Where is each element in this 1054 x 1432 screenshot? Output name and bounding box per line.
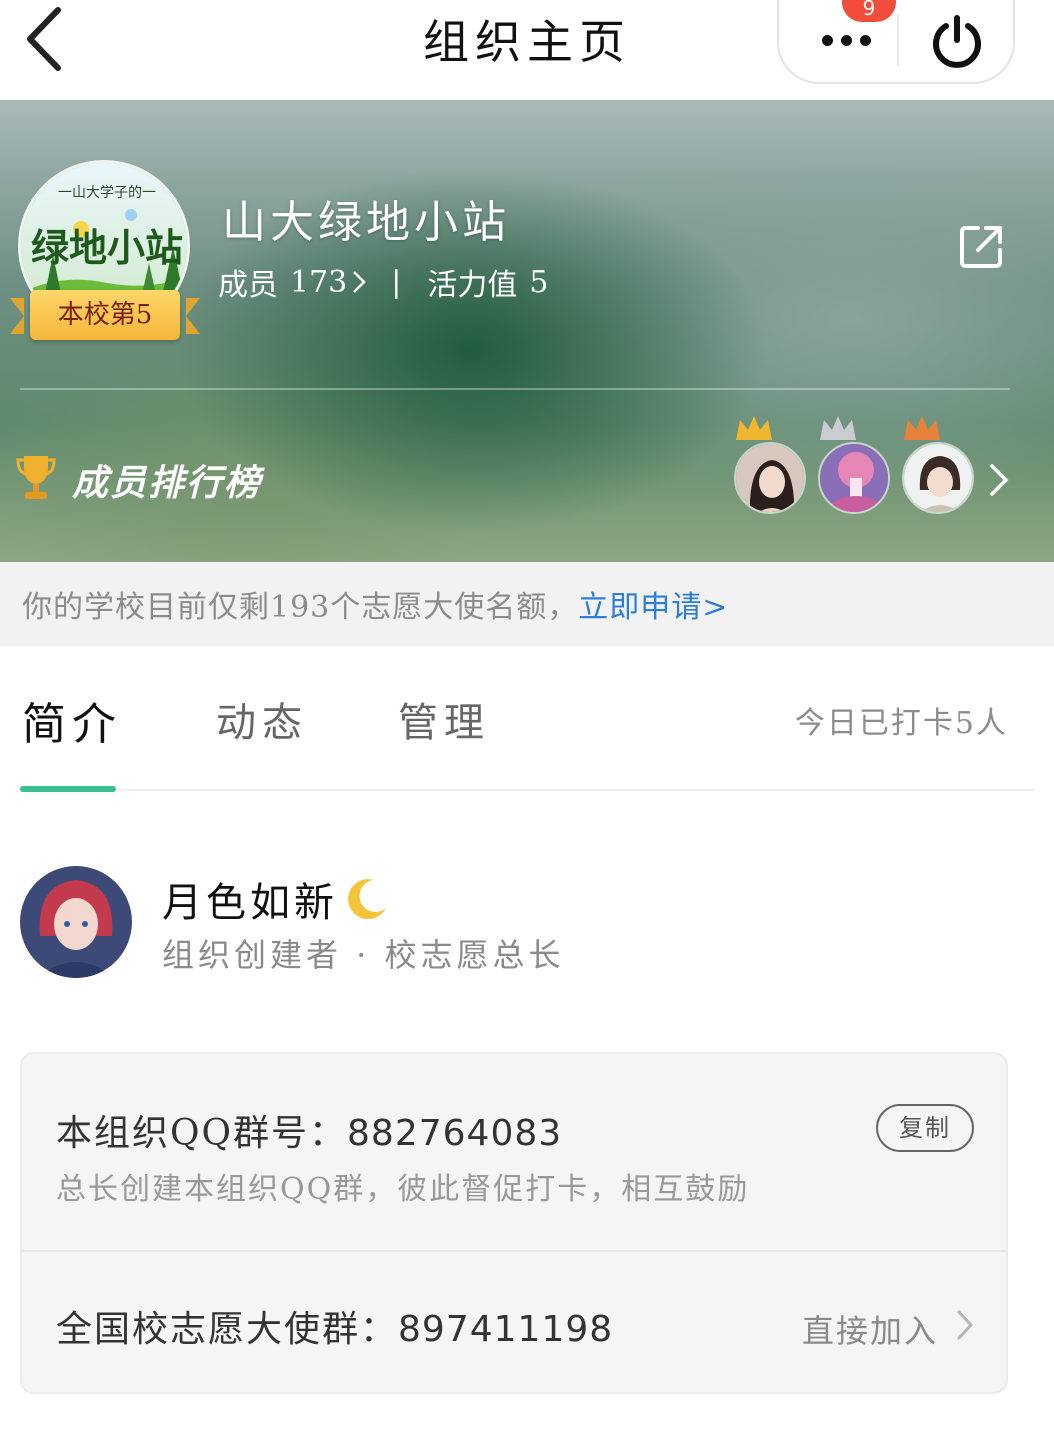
members-label: 成员	[218, 268, 278, 303]
national-label-text: 全国校志愿大使群：	[56, 1309, 399, 1350]
copy-button[interactable]: 复制	[876, 1104, 974, 1152]
org-banner: 一山大学子的一 绿地小站 本校第5 山大绿地小站 成员 173 | 活力值 5	[0, 100, 1054, 562]
share-button[interactable]	[956, 220, 1008, 272]
apply-now-link[interactable]: 立即申请>	[578, 590, 728, 625]
member-ranking-title: 成员排行榜	[72, 463, 263, 504]
founder-avatar-image	[20, 866, 132, 978]
notice-message: 你的学校目前仅剩193个志愿大使名额，	[22, 590, 579, 625]
tab-manage[interactable]: 管理	[398, 690, 490, 748]
founder-avatar[interactable]	[20, 866, 132, 978]
qq-group-description: 总长创建本组织QQ群，彼此督促打卡，相互鼓励	[56, 1172, 750, 1207]
members-link[interactable]: 成员 173	[218, 260, 367, 304]
share-icon	[960, 226, 1002, 268]
org-name: 山大绿地小站	[222, 197, 510, 248]
chevron-right-icon	[990, 464, 1009, 496]
qq-number: 882764083	[347, 1113, 563, 1154]
founder-name: 月色如新	[162, 870, 390, 928]
silver-crown-icon	[820, 416, 856, 440]
vitality-label: 活力值	[427, 268, 518, 303]
founder-name-text: 月色如新	[162, 880, 338, 926]
vitality-stat: 活力值 5	[427, 260, 548, 304]
top-navbar: 组织主页 9	[0, 0, 1054, 100]
ribbon-left-shape	[10, 298, 24, 334]
members-count: 173	[290, 264, 348, 300]
national-group-row[interactable]: 全国校志愿大使群：897411198 直接加入	[22, 1252, 1006, 1396]
trophy-icon	[16, 456, 56, 499]
school-rank-label: 本校第5	[30, 290, 180, 340]
chevron-right-icon	[957, 1310, 974, 1340]
notice-text: 你的学校目前仅剩193个志愿大使名额，立即申请>	[22, 582, 728, 626]
more-dot-icon	[859, 34, 871, 46]
school-rank-tag: 本校第5	[10, 286, 200, 346]
group-info-card: 本组织QQ群号：882764083 总长创建本组织QQ群，彼此督促打卡，相互鼓励…	[20, 1052, 1008, 1394]
qq-label-text: 本组织QQ群号：	[56, 1113, 348, 1154]
active-tab-indicator	[20, 786, 116, 792]
member-ranking-row[interactable]: 成员排行榜	[0, 416, 1054, 540]
more-dot-icon	[821, 34, 833, 46]
mini-program-capsule	[777, 0, 1015, 84]
power-icon	[933, 15, 981, 68]
tab-intro[interactable]: 简介	[22, 688, 122, 752]
org-stats: 成员 173 | 活力值 5	[218, 260, 548, 304]
national-group-number: 897411198	[398, 1309, 614, 1350]
rank-3-avatar-image	[904, 444, 972, 512]
org-qq-group-label: 本组织QQ群号：882764083	[56, 1104, 562, 1156]
chevron-right-icon	[353, 271, 367, 293]
vitality-value: 5	[529, 264, 549, 300]
org-qq-group-row: 本组织QQ群号：882764083 总长创建本组织QQ群，彼此督促打卡，相互鼓励…	[22, 1054, 1006, 1250]
capsule-divider	[897, 14, 899, 66]
more-dot-icon	[840, 34, 852, 46]
ribbon-right-shape	[186, 298, 200, 334]
svg-text:绿地小站: 绿地小站	[31, 225, 183, 270]
bronze-crown-icon	[904, 416, 940, 440]
banner-divider	[20, 388, 1010, 390]
rank-1-avatar[interactable]	[734, 442, 806, 514]
founder-role: 组织创建者 · 校志愿总长	[162, 936, 565, 974]
tab-activity[interactable]: 动态	[216, 690, 308, 748]
rank-1-avatar-image	[736, 444, 804, 512]
rank-3-avatar[interactable]	[902, 442, 974, 514]
stats-separator: |	[391, 264, 402, 300]
checkin-count: 今日已打卡5人	[794, 706, 1008, 741]
rank-2-avatar[interactable]	[818, 442, 890, 514]
tab-bar: 简介 动态 管理 今日已打卡5人	[0, 646, 1054, 792]
national-group-label: 全国校志愿大使群：897411198	[56, 1300, 613, 1352]
ambassador-notice: 你的学校目前仅剩193个志愿大使名额，立即申请>	[0, 562, 1054, 646]
close-program-button[interactable]	[919, 8, 995, 74]
join-directly-link[interactable]: 直接加入	[802, 1306, 938, 1352]
crescent-moon-icon	[348, 879, 386, 920]
tabs-divider	[20, 789, 1034, 791]
gold-crown-icon	[736, 416, 772, 440]
rank-2-avatar-image	[820, 444, 888, 512]
svg-text:一山大学子的一: 一山大学子的一	[58, 185, 156, 201]
